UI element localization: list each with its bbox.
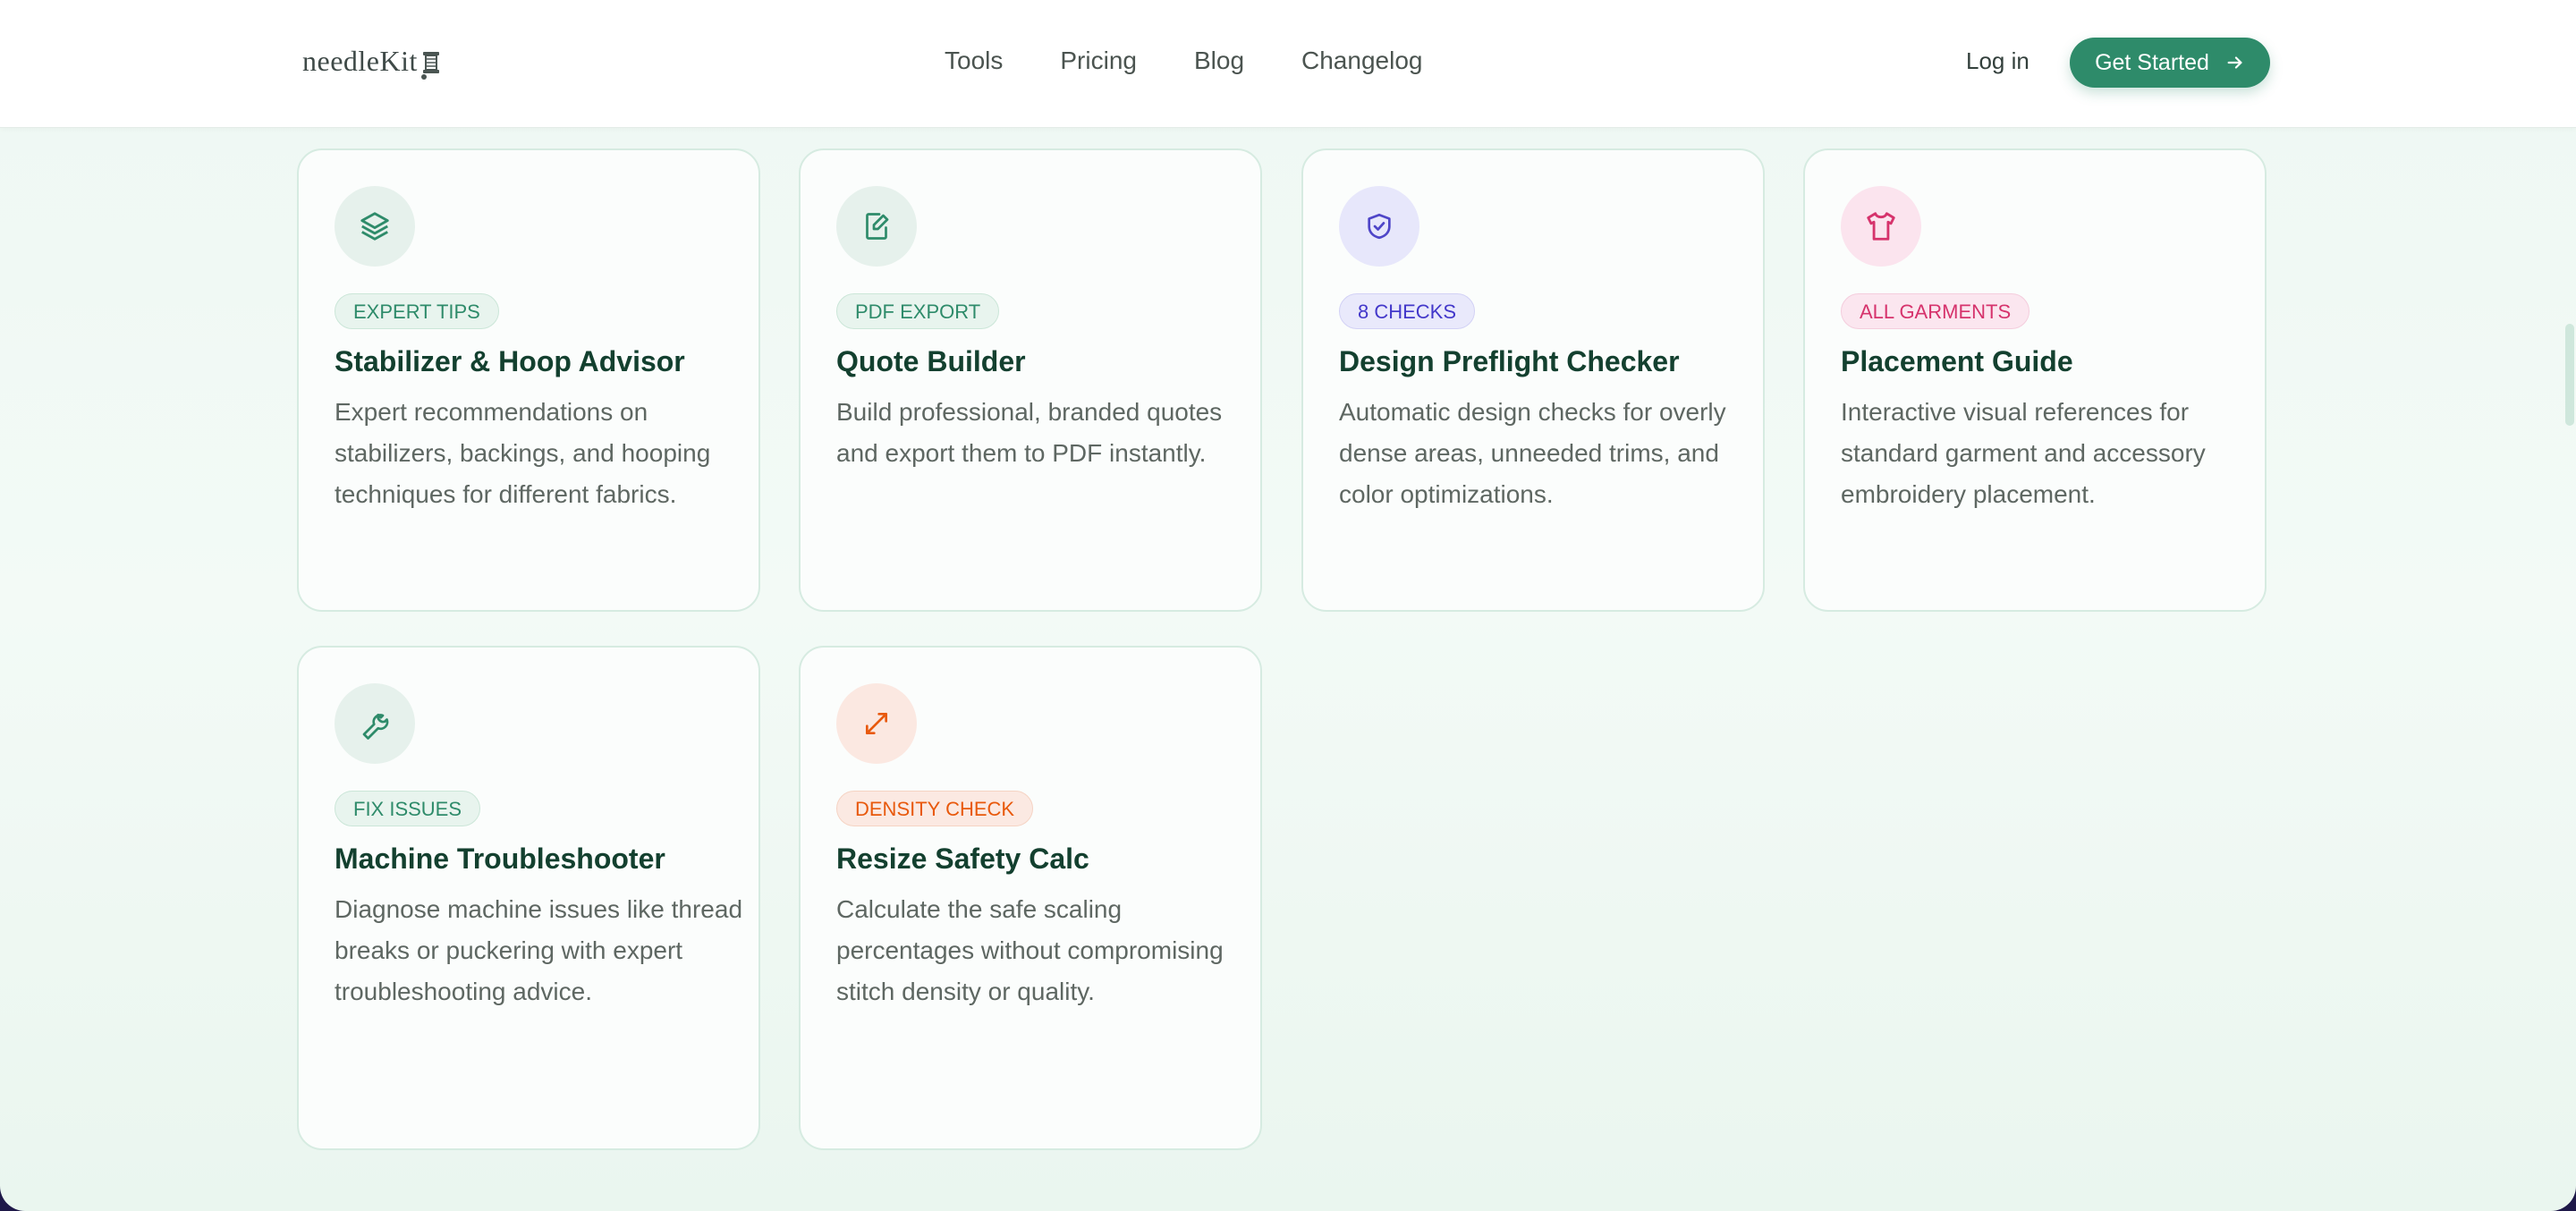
- tool-card-stabilizer-hoop-advisor[interactable]: EXPERT TIPS Stabilizer & Hoop Advisor Ex…: [297, 148, 760, 612]
- arrow-right-icon: [2227, 56, 2242, 69]
- card-badge: 8 CHECKS: [1339, 293, 1476, 329]
- page-viewport: needleKit Tools Pricing Blog Changelog L…: [0, 0, 2576, 1211]
- scrollbar-thumb[interactable]: [2565, 324, 2574, 426]
- tool-card-resize-safety-calc[interactable]: DENSITY CHECK Resize Safety Calc Calcula…: [799, 646, 1262, 1150]
- get-started-label: Get Started: [2095, 49, 2209, 75]
- card-icon-circle: [836, 683, 917, 764]
- card-icon-circle: [335, 683, 415, 764]
- card-title: Resize Safety Calc: [836, 843, 1089, 875]
- card-description: Calculate the safe scaling percentages w…: [836, 895, 1224, 1005]
- card-description: Interactive visual references for standa…: [1841, 398, 2206, 508]
- card-title: Design Preflight Checker: [1339, 345, 1680, 377]
- card-title: Placement Guide: [1841, 345, 2073, 377]
- wrench-icon: [362, 713, 389, 740]
- card-icon-circle: [1841, 186, 1921, 267]
- top-navbar: needleKit Tools Pricing Blog Changelog L…: [0, 0, 2576, 128]
- card-icon-circle: [1339, 186, 1419, 267]
- card-title: Machine Troubleshooter: [335, 843, 665, 875]
- card-description: Build professional, branded quotes and e…: [836, 398, 1223, 467]
- card-badge: DENSITY CHECK: [836, 791, 1034, 826]
- nav-blog[interactable]: Blog: [1194, 43, 1244, 79]
- card-description: Automatic design checks for overly dense…: [1339, 398, 1726, 508]
- nav-pricing[interactable]: Pricing: [1060, 43, 1137, 79]
- shield-check-icon: [1368, 213, 1391, 240]
- login-link[interactable]: Log in: [1966, 45, 2029, 77]
- card-badge: FIX ISSUES: [335, 791, 481, 826]
- card-description: Diagnose machine issues like thread brea…: [335, 895, 743, 1005]
- card-description: Expert recommendations on stabilizers, b…: [335, 398, 711, 508]
- card-badge: PDF EXPORT: [836, 293, 1000, 329]
- tool-card-machine-troubleshooter[interactable]: FIX ISSUES Machine Troubleshooter Diagno…: [297, 646, 760, 1150]
- resize-arrows-icon: [866, 713, 887, 734]
- logo-text: needleKit: [302, 44, 418, 77]
- card-badge: EXPERT TIPS: [335, 293, 499, 329]
- nav-tools[interactable]: Tools: [945, 43, 1003, 79]
- get-started-button[interactable]: Get Started: [2070, 38, 2270, 88]
- thread-spool-icon: [420, 52, 439, 80]
- shirt-icon: [1867, 212, 1895, 241]
- logo[interactable]: needleKit: [302, 32, 445, 89]
- card-icon-circle: [836, 186, 917, 267]
- tool-card-placement-guide[interactable]: ALL GARMENTS Placement Guide Interactive…: [1803, 148, 2267, 612]
- main-nav: Tools Pricing Blog Changelog: [945, 43, 1479, 79]
- tool-card-design-preflight-checker[interactable]: 8 CHECKS Design Preflight Checker Automa…: [1301, 148, 1765, 612]
- card-title: Stabilizer & Hoop Advisor: [335, 345, 685, 377]
- tool-card-quote-builder[interactable]: PDF EXPORT Quote Builder Build professio…: [799, 148, 1262, 612]
- nav-changelog[interactable]: Changelog: [1301, 43, 1422, 79]
- card-badge: ALL GARMENTS: [1841, 293, 2030, 329]
- card-icon-circle: [335, 186, 415, 267]
- layers-icon: [360, 212, 389, 241]
- card-title: Quote Builder: [836, 345, 1026, 377]
- file-edit-icon: [866, 213, 889, 240]
